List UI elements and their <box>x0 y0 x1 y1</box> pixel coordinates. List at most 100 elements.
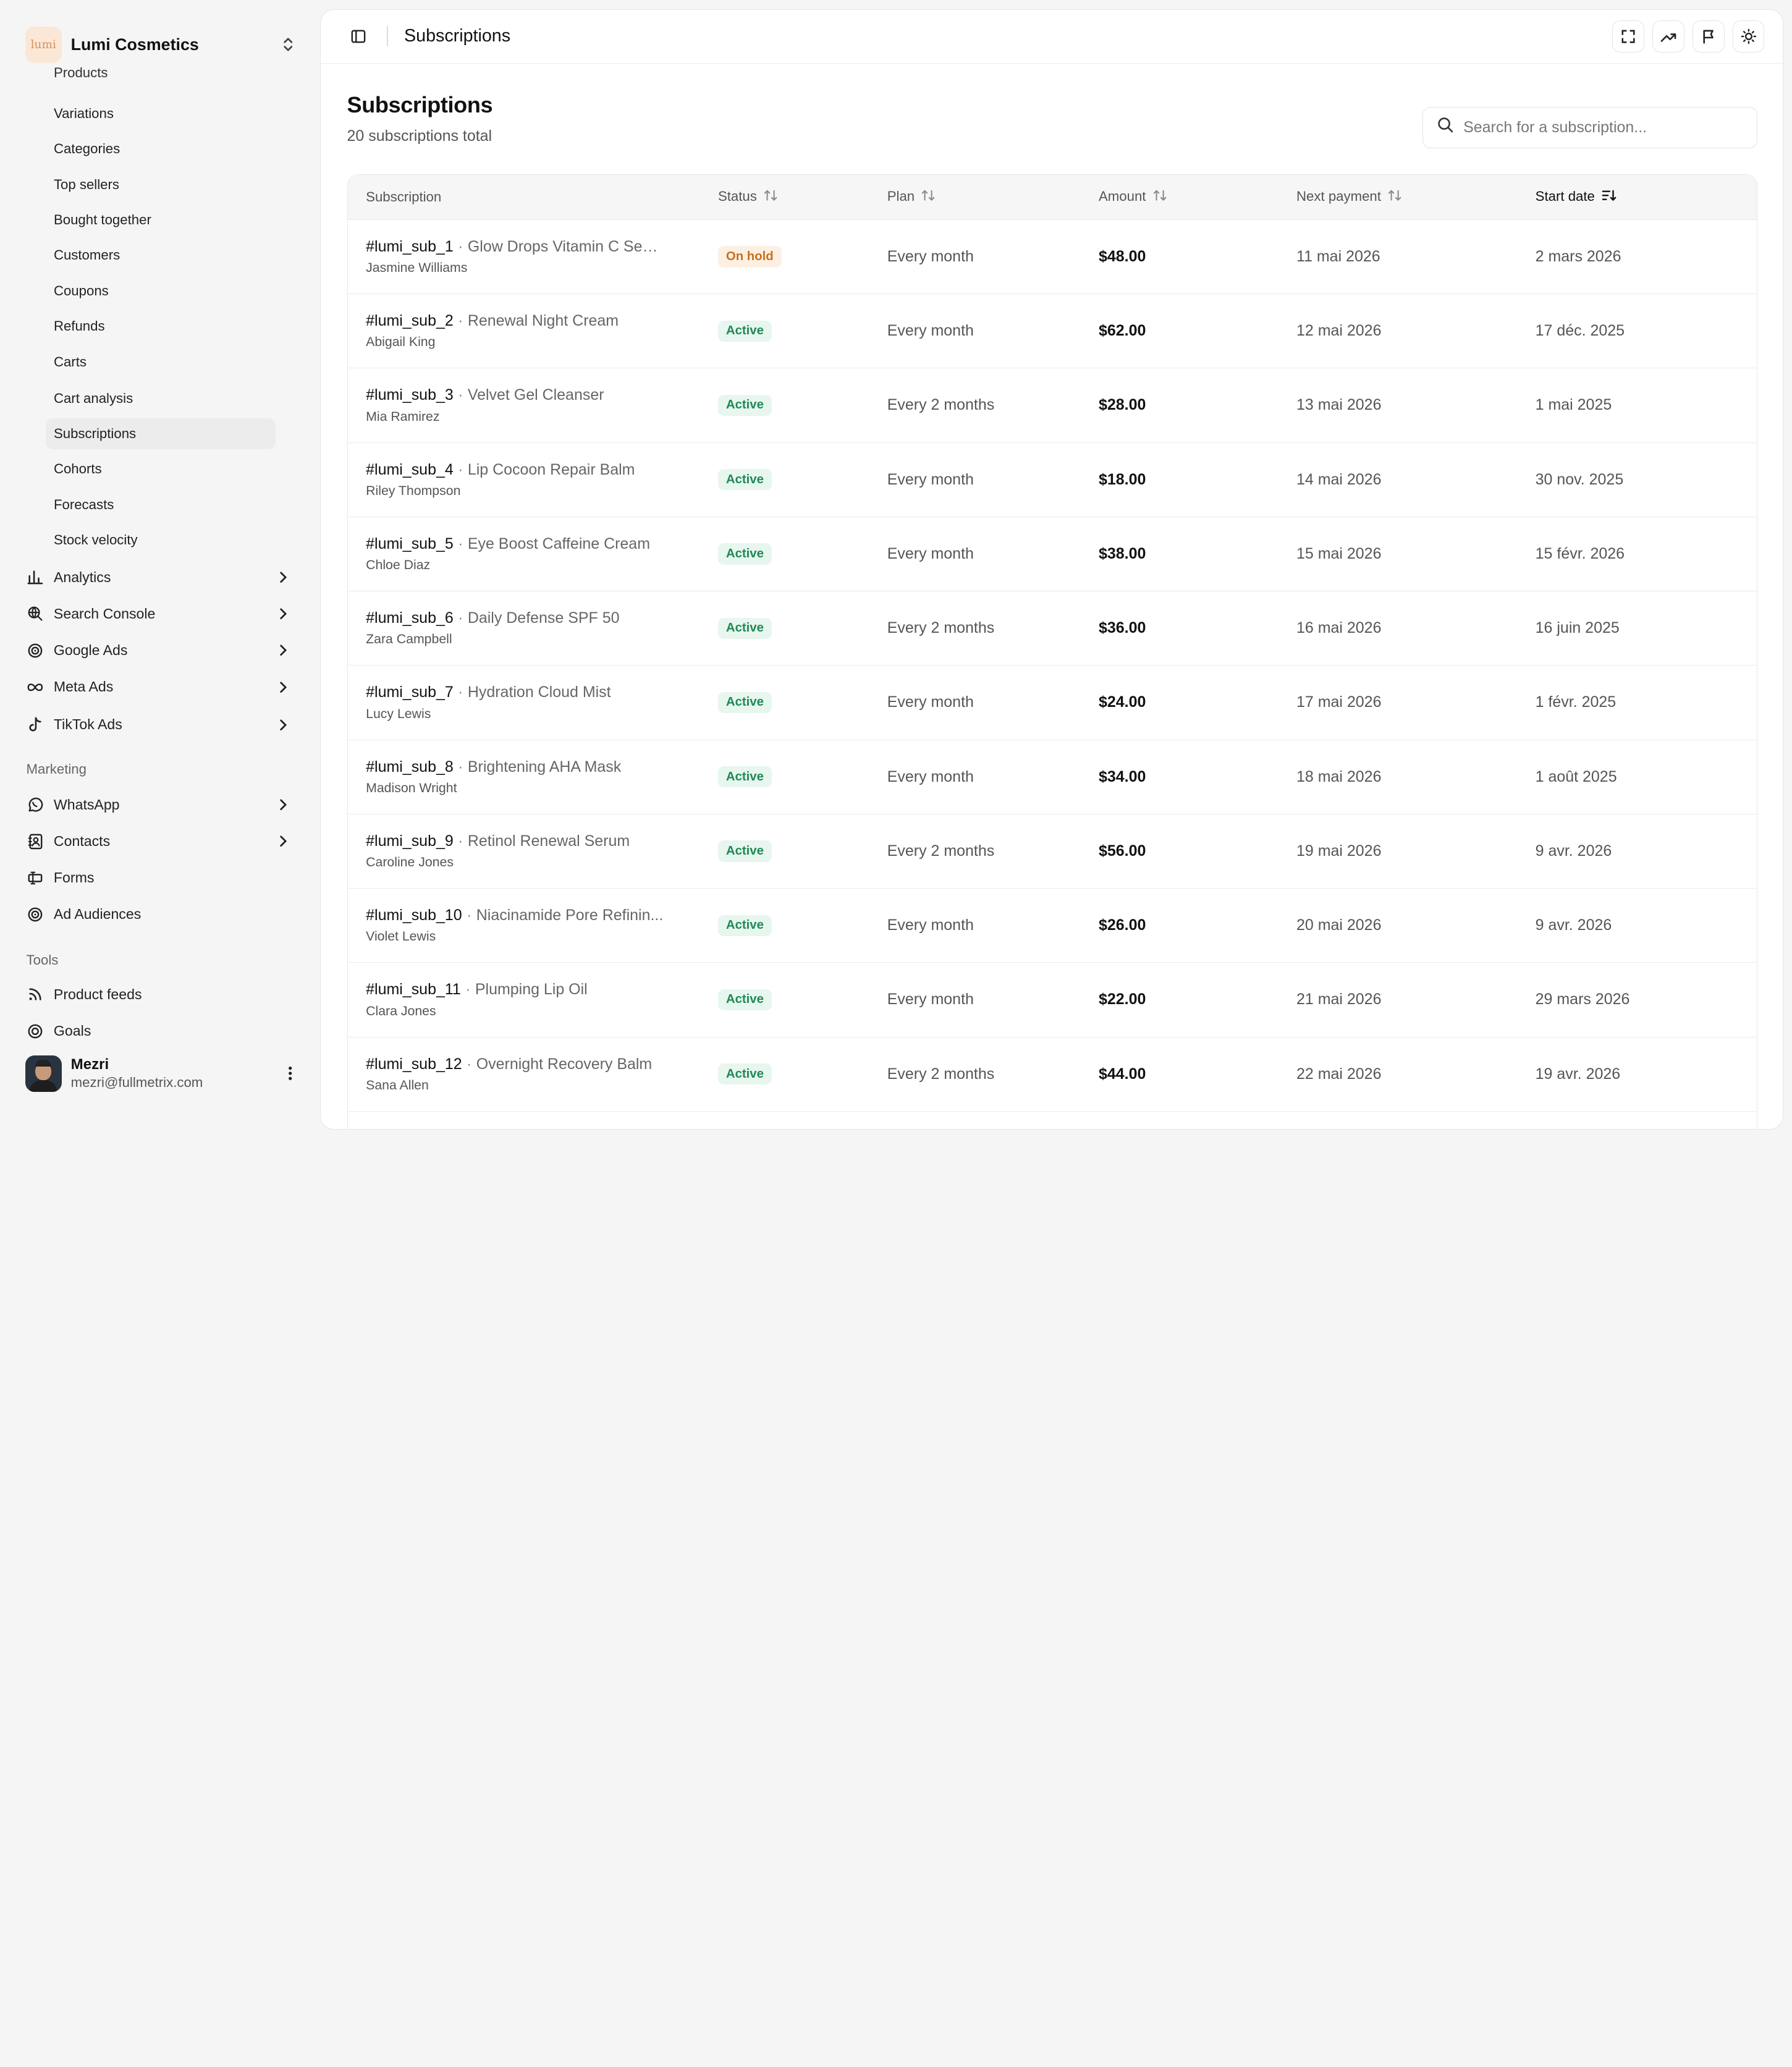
subscription-id[interactable]: #lumi_sub_7 <box>366 683 454 701</box>
avatar <box>25 1055 62 1092</box>
sidebar-item-coupons[interactable]: Coupons <box>46 276 276 306</box>
user-menu[interactable]: Mezri mezri@fullmetrix.com <box>25 1054 300 1093</box>
sidebar-item-goals[interactable]: Goals <box>19 1015 302 1047</box>
separator-dot: · <box>458 758 463 776</box>
subscription-id[interactable]: #lumi_sub_8 <box>366 758 454 776</box>
search-input[interactable] <box>1463 118 1738 137</box>
subscription-customer: Lucy Lewis <box>366 706 431 721</box>
sidebar-item-customers[interactable]: Customers <box>46 240 276 271</box>
subscription-product: Velvet Gel Cleanser <box>467 386 604 404</box>
status-badge: Active <box>717 543 772 565</box>
subscription-product: Niacinamide Pore Refinin... <box>476 907 664 924</box>
sidebar-item-top-sellers[interactable]: Top sellers <box>46 169 276 200</box>
column-header-amount[interactable]: Amount <box>1080 175 1278 220</box>
sidebar-toggle-icon[interactable] <box>348 26 368 46</box>
subscription-id[interactable]: #lumi_sub_12 <box>366 1055 462 1073</box>
start-date-cell: 1 févr. 2025 <box>1535 693 1617 711</box>
table-row[interactable]: #lumi_sub_3 · Velvet Gel Cleanser Mia Rami… <box>347 368 1757 443</box>
theme-toggle-button[interactable] <box>1732 20 1765 53</box>
table-row[interactable]: #lumi_sub_9 · Retinol Renewal Serum Caroli… <box>347 814 1757 889</box>
sidebar-item-meta-ads[interactable]: Meta Ads <box>19 671 302 703</box>
sidebar-item-whatsapp[interactable]: WhatsApp <box>19 789 302 821</box>
sidebar-item-ad-audiences[interactable]: Ad Audiences <box>19 898 302 931</box>
sort-icon[interactable] <box>764 189 777 205</box>
table-row[interactable]: #lumi_sub_1 · Glow Drops Vitamin C Serum J… <box>347 219 1757 294</box>
next-payment-cell: 19 mai 2026 <box>1296 842 1382 860</box>
separator-dot: · <box>467 907 472 924</box>
sidebar-item-tiktok-ads[interactable]: TikTok Ads <box>19 709 302 741</box>
sidebar-item-label: Ad Audiences <box>53 906 142 923</box>
trending-button[interactable] <box>1652 20 1684 53</box>
sidebar-item-stock-velocity[interactable]: Stock velocity <box>46 525 276 556</box>
table-row[interactable]: #lumi_sub_7 · Hydration Cloud Mist Lucy Le… <box>347 666 1757 740</box>
sidebar-item-subscriptions[interactable]: Subscriptions <box>46 418 276 450</box>
sidebar-item-label: WhatsApp <box>53 796 120 813</box>
subscription-id[interactable]: #lumi_sub_4 <box>366 461 454 478</box>
subscription-id[interactable]: #lumi_sub_1 <box>366 238 454 255</box>
column-header-plan[interactable]: Plan <box>869 175 1081 220</box>
sidebar-item-contacts[interactable]: Contacts <box>19 826 302 858</box>
subscription-cell: #lumi_sub_3 · Velvet Gel Cleanser Mia Rami… <box>348 368 700 442</box>
column-header-start-date[interactable]: Start date <box>1517 175 1757 220</box>
status-cell: Active <box>699 666 869 740</box>
sidebar-item-label: Contacts <box>53 833 111 850</box>
column-header-next-payment[interactable]: Next payment <box>1278 175 1518 220</box>
target-icon <box>27 905 45 924</box>
sidebar: lumi Lumi Cosmetics Products Variations … <box>0 0 320 1117</box>
sidebar-item-products[interactable]: Products <box>46 57 276 88</box>
sidebar-item-cohorts[interactable]: Cohorts <box>46 454 276 484</box>
sort-icon[interactable] <box>1388 189 1401 205</box>
subscription-cell: #lumi_sub_6 · Daily Defense SPF 50 Zara Ca… <box>348 591 700 666</box>
more-vertical-icon[interactable] <box>281 1065 300 1081</box>
sidebar-item-variations[interactable]: Variations <box>46 98 276 129</box>
sidebar-item-cart-analysis[interactable]: Cart analysis <box>46 383 276 414</box>
table-row[interactable]: #lumi_sub_6 · Daily Defense SPF 50 Zara Ca… <box>347 591 1757 666</box>
music-note-icon <box>27 716 45 734</box>
expand-icon <box>1621 30 1635 43</box>
sort-descending-icon[interactable] <box>1602 189 1617 205</box>
sidebar-item-analytics[interactable]: Analytics <box>19 561 302 593</box>
sidebar-item-refunds[interactable]: Refunds <box>46 311 276 342</box>
table-row[interactable]: #lumi_sub_12 · Overnight Recovery Balm San… <box>347 1037 1757 1112</box>
subscription-id[interactable]: #lumi_sub_9 <box>366 832 454 850</box>
table-row[interactable]: #lumi_sub_2 · Renewal Night Cream Abigail … <box>347 294 1757 368</box>
subscription-id[interactable]: #lumi_sub_5 <box>366 535 454 552</box>
sort-icon[interactable] <box>1153 189 1167 205</box>
start-date-cell: 16 juin 2025 <box>1535 619 1620 637</box>
table-row[interactable]: #lumi_sub_10 · Niacinamide Pore Refinin...… <box>347 889 1757 963</box>
subscription-id[interactable]: #lumi_sub_2 <box>366 312 454 329</box>
table-row[interactable]: #lumi_sub_4 · Lip Cocoon Repair Balm Riley… <box>347 442 1757 517</box>
subscription-cell: #lumi_sub_11 · Plumping Lip Oil Clara Jone… <box>348 963 700 1037</box>
sort-icon[interactable] <box>921 189 935 205</box>
sidebar-item-bought-together[interactable]: Bought together <box>46 205 276 235</box>
plan-cell: Every 2 months <box>887 1065 995 1083</box>
subscription-id[interactable]: #lumi_sub_11 <box>366 981 461 998</box>
fullscreen-button[interactable] <box>1612 20 1645 53</box>
sidebar-item-carts[interactable]: Carts <box>46 347 276 378</box>
amount-cell: $36.00 <box>1098 619 1146 637</box>
sidebar-item-google-ads[interactable]: Google Ads <box>19 635 302 667</box>
sidebar-item-label: Product feeds <box>53 986 142 1002</box>
table-row[interactable]: #lumi_sub_11 · Plumping Lip Oil Clara Jone… <box>347 963 1757 1038</box>
status-badge: Active <box>717 320 772 342</box>
table-row[interactable]: #lumi_sub_8 · Brightening AHA Mask Madison… <box>347 740 1757 814</box>
sidebar-item-forecasts[interactable]: Forecasts <box>46 489 276 520</box>
subscription-id[interactable]: #lumi_sub_3 <box>366 386 454 404</box>
table-row[interactable]: #lumi_sub_5 · Eye Boost Caffeine Cream Chl… <box>347 517 1757 591</box>
subscription-id[interactable]: #lumi_sub_10 <box>366 907 462 924</box>
start-date-cell: 29 mars 2026 <box>1535 991 1630 1008</box>
sidebar-item-forms[interactable]: Forms <box>19 862 302 894</box>
flag-button[interactable] <box>1692 20 1725 53</box>
search-box[interactable] <box>1422 107 1758 148</box>
subscription-customer: Zara Campbell <box>366 632 452 647</box>
next-payment-cell: 17 mai 2026 <box>1296 693 1382 711</box>
sidebar-item-categories[interactable]: Categories <box>46 133 276 164</box>
divider <box>387 26 389 47</box>
subscription-id[interactable]: #lumi_sub_6 <box>366 609 454 627</box>
sidebar-item-product-feeds[interactable]: Product feeds <box>19 979 302 1011</box>
status-badge: Active <box>717 691 772 713</box>
sidebar-item-search-console[interactable]: Search Console <box>19 598 302 630</box>
plan-cell: Every month <box>887 247 974 265</box>
column-header-status[interactable]: Status <box>699 175 869 220</box>
bar-chart-icon <box>27 568 45 586</box>
